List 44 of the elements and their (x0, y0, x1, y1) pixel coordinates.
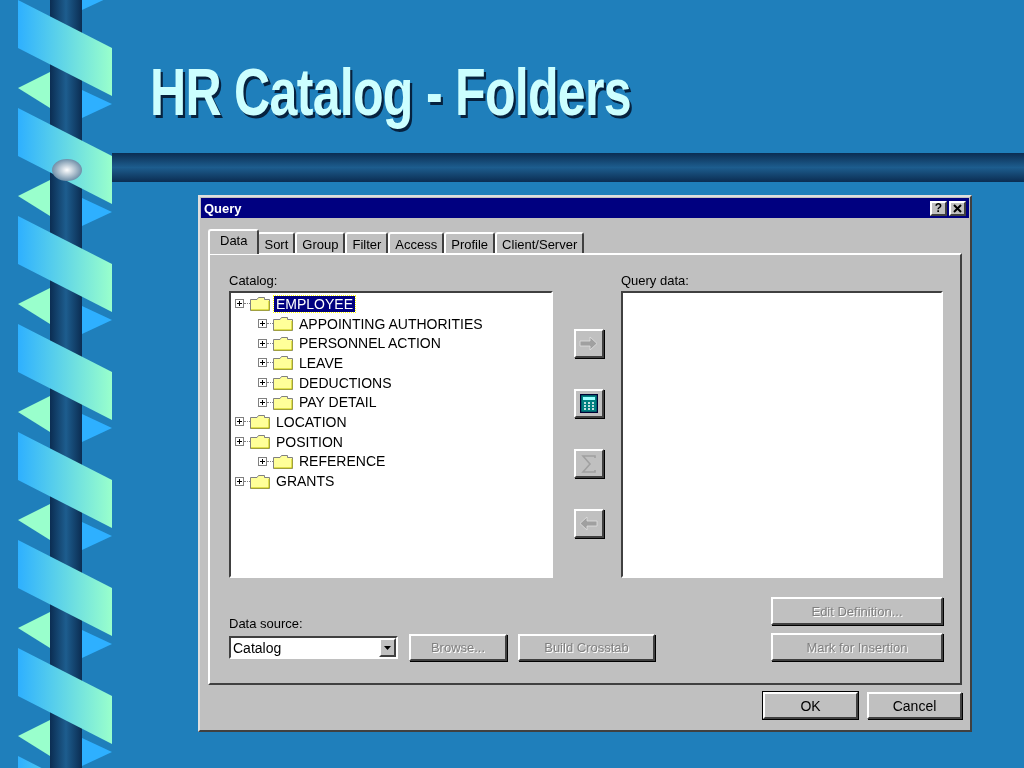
tree-item[interactable]: APPOINTING AUTHORITIES (297, 315, 485, 332)
tab[interactable]: Group (295, 232, 346, 253)
expand-icon[interactable] (258, 378, 267, 388)
dropdown-arrow-icon (384, 645, 391, 650)
tree-item[interactable]: GRANTS (274, 473, 337, 490)
tree-item[interactable]: PAY DETAIL (297, 394, 379, 411)
query-data-label: Query data: (620, 274, 690, 288)
expand-icon[interactable] (235, 417, 244, 427)
expand-icon[interactable] (235, 476, 244, 486)
catalog-label: Catalog: (229, 274, 279, 288)
sigma-icon (580, 454, 597, 473)
left-arrow-icon (579, 515, 598, 532)
expand-icon[interactable] (258, 456, 267, 466)
tool-button[interactable] (573, 389, 604, 418)
close-icon (953, 203, 962, 213)
tab[interactable]: Filter (345, 232, 389, 253)
slide-title: HR Catalog - Folders (150, 54, 631, 131)
tab[interactable]: Access (388, 232, 445, 253)
button[interactable]: OK (763, 692, 858, 719)
tree-item[interactable]: LOCATION (274, 413, 349, 430)
right-arrow-icon (579, 335, 598, 352)
expand-icon[interactable] (258, 319, 267, 329)
expand-icon[interactable] (235, 437, 244, 447)
tree-item[interactable]: LEAVE (297, 354, 346, 371)
tab[interactable]: Profile (444, 232, 496, 253)
tree-item[interactable]: PERSONNEL ACTION (297, 335, 443, 352)
expand-icon[interactable] (235, 299, 244, 309)
calculator-icon (579, 394, 598, 413)
data-source-label: Data source: (229, 617, 304, 631)
tab[interactable]: Sort (257, 232, 296, 253)
tree-item[interactable]: EMPLOYEE (274, 295, 356, 312)
close-button[interactable] (949, 200, 966, 216)
button[interactable]: Cancel (867, 692, 962, 719)
data-source-dropdown[interactable]: Catalog (229, 636, 398, 659)
window-title: Query (204, 200, 242, 216)
tree-item[interactable]: REFERENCE (297, 453, 388, 470)
tab[interactable]: Client/Server (495, 232, 585, 253)
help-button[interactable]: ? (930, 200, 947, 216)
tree-item[interactable]: POSITION (274, 433, 345, 450)
expand-icon[interactable] (258, 338, 267, 348)
tab[interactable]: Data (208, 229, 260, 254)
expand-icon[interactable] (258, 358, 267, 368)
expand-icon[interactable] (258, 397, 267, 407)
tree-item[interactable]: DEDUCTIONS (297, 374, 394, 391)
